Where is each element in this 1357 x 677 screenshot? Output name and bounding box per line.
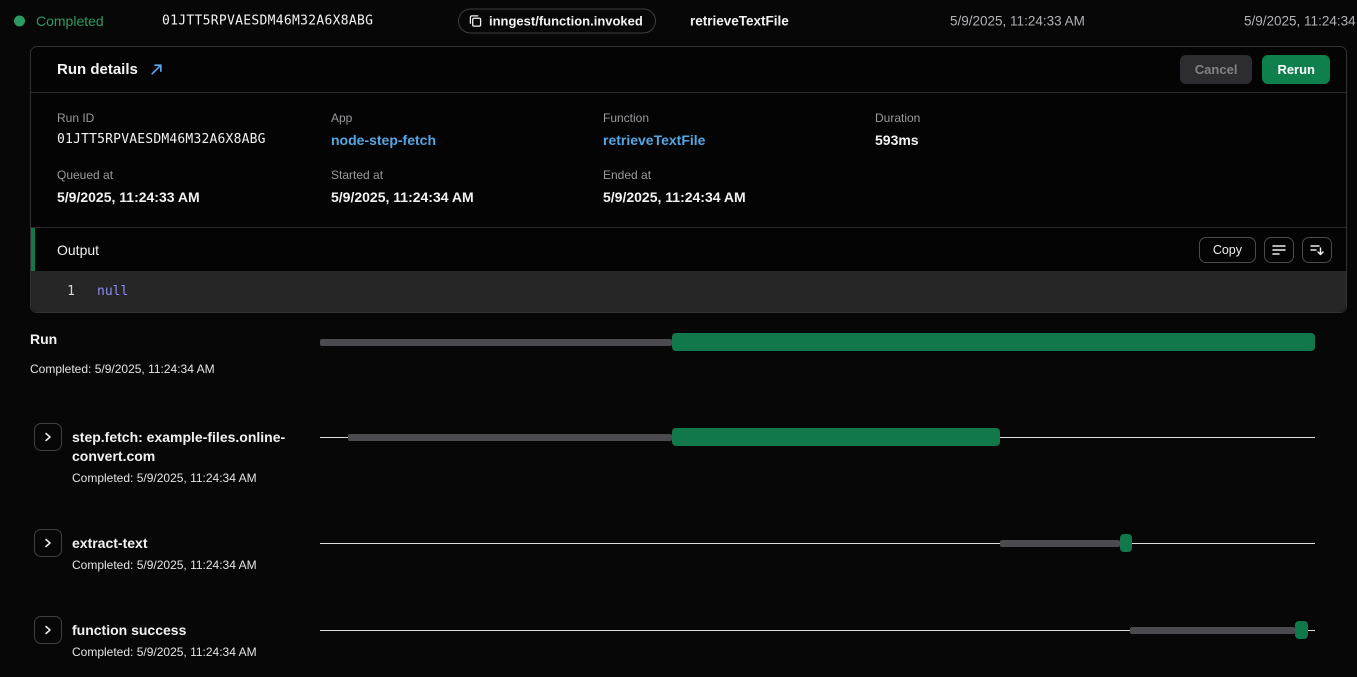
chevron-right-icon	[43, 538, 53, 548]
field-started-at: Started at 5/9/2025, 11:24:34 AM	[331, 168, 603, 205]
field-run-id: Run ID 01JTT5RPVAESDM46M32A6X8ABG	[57, 111, 331, 150]
timeline-row: function success Completed: 5/9/2025, 11:…	[0, 616, 1357, 660]
timeline-segment-active[interactable]	[1120, 534, 1132, 552]
code-output-value: null	[97, 284, 128, 299]
field-value: 5/9/2025, 11:24:34 AM	[603, 189, 875, 205]
timeline-segment-active[interactable]	[1295, 621, 1308, 639]
timeline-row: step.fetch: example-files.online-convert…	[0, 423, 1357, 486]
field-queued-at: Queued at 5/9/2025, 11:24:33 AM	[57, 168, 331, 205]
timeline-track	[320, 534, 1315, 552]
timeline-segment-active[interactable]	[672, 333, 1315, 351]
copy-button[interactable]: Copy	[1199, 237, 1256, 263]
event-name: inngest/function.invoked	[489, 14, 643, 29]
timeline-track	[320, 621, 1315, 639]
step-name: Run	[30, 330, 215, 349]
detail-grid: Run ID 01JTT5RPVAESDM46M32A6X8ABG App no…	[31, 93, 1346, 227]
cancel-button[interactable]: Cancel	[1180, 55, 1253, 84]
step-completed-time: Completed: 5/9/2025, 11:24:34 AM	[72, 645, 257, 660]
step-name: function success	[72, 621, 257, 640]
step-completed-time: Completed: 5/9/2025, 11:24:34 AM	[72, 558, 257, 573]
field-label: Queued at	[57, 168, 331, 182]
field-app: App node-step-fetch	[331, 111, 603, 150]
chevron-right-icon	[43, 432, 53, 442]
timeline-row: Run Completed: 5/9/2025, 11:24:34 AM	[0, 330, 1357, 377]
code-line-number: 1	[31, 284, 75, 299]
panel-title: Run details	[57, 61, 138, 78]
field-function: Function retrieveTextFile	[603, 111, 875, 150]
app-link[interactable]: node-step-fetch	[331, 132, 436, 148]
field-label: App	[331, 111, 603, 125]
timeline-segment-queue	[320, 339, 672, 346]
step-name: extract-text	[72, 534, 257, 553]
field-ended-at: Ended at 5/9/2025, 11:24:34 AM	[603, 168, 875, 205]
timeline-segment-active[interactable]	[672, 428, 999, 446]
run-details-panel: Run details Cancel Rerun Run ID 01JTT5RP…	[30, 46, 1347, 313]
timeline: Run Completed: 5/9/2025, 11:24:34 AM step.…	[0, 330, 1357, 660]
field-value: 5/9/2025, 11:24:33 AM	[57, 189, 331, 205]
timeline-track	[320, 428, 1315, 446]
timeline-track	[320, 333, 1315, 351]
output-header: Output Copy	[31, 227, 1346, 271]
field-value: 5/9/2025, 11:24:34 AM	[331, 189, 603, 205]
wrap-lines-icon[interactable]	[1264, 237, 1294, 263]
field-label: Function	[603, 111, 875, 125]
timeline-segment-line	[320, 543, 1315, 544]
step-name: step.fetch: example-files.online-convert…	[72, 428, 320, 466]
queued-time: 5/9/2025, 11:24:33 AM	[950, 14, 1085, 29]
run-row-header[interactable]: Completed 01JTT5RPVAESDM46M32A6X8ABG inn…	[0, 0, 1357, 42]
expand-step-button[interactable]	[34, 616, 62, 644]
external-link-icon[interactable]	[150, 63, 163, 76]
status-dot-icon	[14, 16, 25, 27]
function-name: retrieveTextFile	[690, 14, 789, 29]
expand-step-button[interactable]	[34, 529, 62, 557]
output-code-area: 1 null	[31, 271, 1346, 312]
scroll-to-bottom-icon[interactable]	[1302, 237, 1332, 263]
event-badge[interactable]: inngest/function.invoked	[458, 9, 656, 34]
chevron-right-icon	[43, 625, 53, 635]
output-accent-bar	[31, 228, 35, 271]
field-label: Duration	[875, 111, 1320, 125]
timeline-segment-queue	[1130, 627, 1295, 634]
event-stack-icon	[469, 15, 482, 28]
field-value: 593ms	[875, 132, 1320, 148]
step-completed-time: Completed: 5/9/2025, 11:24:34 AM	[30, 362, 215, 377]
run-id: 01JTT5RPVAESDM46M32A6X8ABG	[162, 14, 373, 29]
function-link[interactable]: retrieveTextFile	[603, 132, 705, 148]
ended-time: 5/9/2025, 11:24:34 AM	[1244, 14, 1357, 29]
timeline-row: extract-text Completed: 5/9/2025, 11:24:3…	[0, 529, 1357, 573]
expand-step-button[interactable]	[34, 423, 62, 451]
step-completed-time: Completed: 5/9/2025, 11:24:34 AM	[72, 471, 320, 486]
field-label: Ended at	[603, 168, 875, 182]
timeline-segment-queue	[348, 434, 672, 441]
output-title: Output	[57, 242, 99, 258]
panel-header: Run details Cancel Rerun	[31, 47, 1346, 93]
status-label: Completed	[36, 13, 104, 29]
field-label: Started at	[331, 168, 603, 182]
field-duration: Duration 593ms	[875, 111, 1320, 150]
field-value: 01JTT5RPVAESDM46M32A6X8ABG	[57, 132, 331, 147]
rerun-button[interactable]: Rerun	[1262, 55, 1330, 84]
timeline-segment-queue	[1000, 540, 1120, 547]
field-label: Run ID	[57, 111, 331, 125]
